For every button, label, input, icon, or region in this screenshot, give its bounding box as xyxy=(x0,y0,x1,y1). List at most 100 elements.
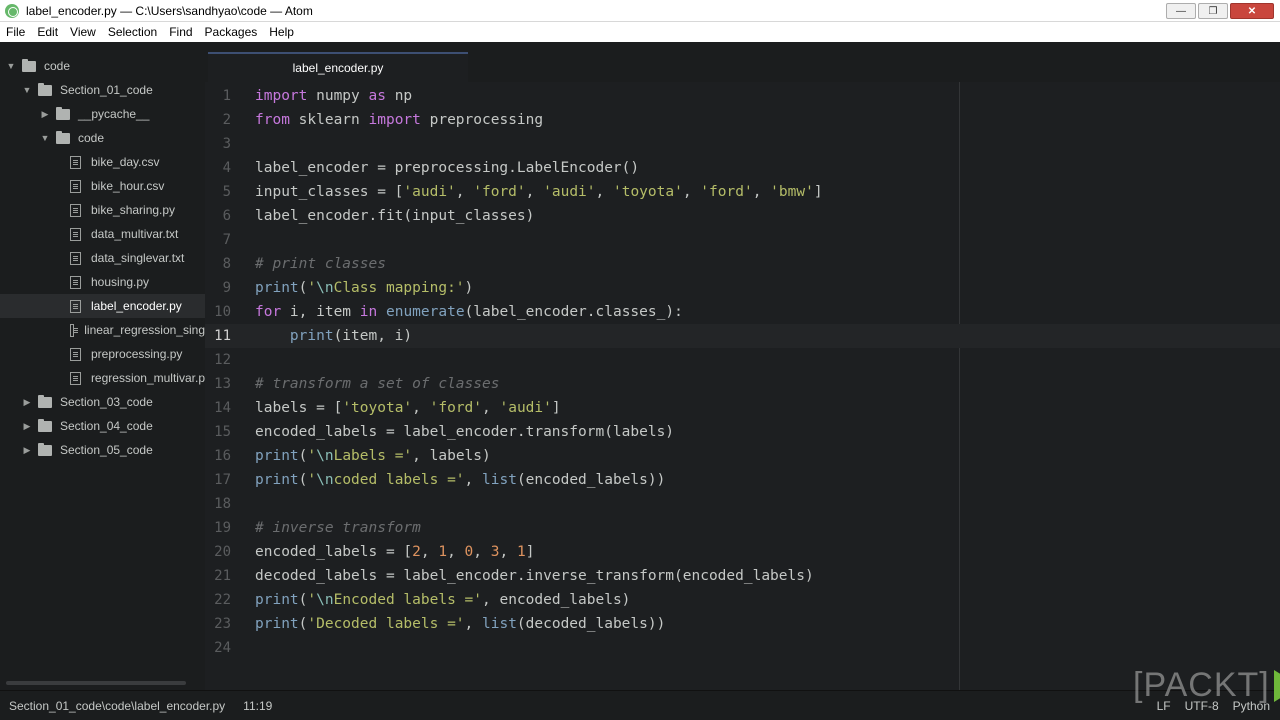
tree-item-label: data_singlevar.txt xyxy=(91,251,185,265)
file-text-icon xyxy=(70,371,81,385)
code-line[interactable]: 4 label_encoder = preprocessing.LabelEnco… xyxy=(205,156,1280,180)
code-text: encoded_labels = [2, 1, 0, 3, 1] xyxy=(255,544,535,560)
horizontal-scrollbar[interactable] xyxy=(6,681,186,685)
chevron-down-icon[interactable]: ▼ xyxy=(40,133,50,143)
menu-find[interactable]: Find xyxy=(163,25,198,39)
tree-file[interactable]: bike_hour.csv xyxy=(0,174,205,198)
tree-folder[interactable]: ▶ __pycache__ xyxy=(0,102,205,126)
minimize-button[interactable]: — xyxy=(1166,3,1196,19)
line-number: 12 xyxy=(214,352,231,368)
menu-help[interactable]: Help xyxy=(263,25,300,39)
code-line[interactable]: 9 print('\nClass mapping:') xyxy=(205,276,1280,300)
chevron-down-icon[interactable]: ▼ xyxy=(6,61,16,71)
tree-item-label: bike_sharing.py xyxy=(91,203,176,217)
tree-file[interactable]: regression_multivar.p xyxy=(0,366,205,390)
tree-file[interactable]: data_multivar.txt xyxy=(0,222,205,246)
line-number: 16 xyxy=(214,448,231,464)
tree-folder[interactable]: ▼ code xyxy=(0,126,205,150)
tab-label-encoder[interactable]: label_encoder.py xyxy=(208,52,468,82)
menu-edit[interactable]: Edit xyxy=(31,25,64,39)
chevron-right-icon[interactable]: ▶ xyxy=(22,397,32,408)
folder-icon xyxy=(22,58,36,72)
file-text-icon xyxy=(70,155,81,169)
code-editor[interactable]: 1 import numpy as np 2 from sklearn import … xyxy=(205,82,1280,690)
tree-item-label: preprocessing.py xyxy=(91,347,183,361)
line-number: 17 xyxy=(214,472,231,488)
tree-item-label: code xyxy=(44,59,71,73)
close-button[interactable]: ✕ xyxy=(1230,3,1274,19)
code-line[interactable]: 24 xyxy=(205,636,1280,660)
code-line[interactable]: 20 encoded_labels = [2, 1, 0, 3, 1] xyxy=(205,540,1280,564)
code-line[interactable]: 1 import numpy as np xyxy=(205,84,1280,108)
tree-file[interactable]: data_singlevar.txt xyxy=(0,246,205,270)
atom-app-icon xyxy=(5,3,19,18)
line-number: 15 xyxy=(214,424,231,440)
tree-file[interactable]: housing.py xyxy=(0,270,205,294)
tree-folder[interactable]: ▶ Section_03_code xyxy=(0,390,205,414)
menu-selection[interactable]: Selection xyxy=(102,25,163,39)
tree-folder[interactable]: ▶ Section_05_code xyxy=(0,438,205,462)
file-text-icon xyxy=(70,299,81,313)
line-number: 11 xyxy=(214,328,231,344)
tree-folder[interactable]: ▶ Section_04_code xyxy=(0,414,205,438)
code-line[interactable]: 16 print('\nLabels =', labels) xyxy=(205,444,1280,468)
tree-item-label: bike_hour.csv xyxy=(91,179,165,193)
tree-item-label: code xyxy=(78,131,105,145)
file-text-icon xyxy=(70,251,81,265)
tree-item-label: Section_05_code xyxy=(60,443,153,457)
code-text: # inverse transform xyxy=(255,520,421,536)
chevron-down-icon[interactable]: ▼ xyxy=(22,85,32,95)
status-file-path[interactable]: Section_01_code\code\label_encoder.py xyxy=(9,699,225,713)
code-text: # print classes xyxy=(255,256,386,272)
line-number: 6 xyxy=(222,208,231,224)
code-line[interactable]: 3 xyxy=(205,132,1280,156)
chevron-right-icon[interactable]: ▶ xyxy=(40,109,50,120)
code-line[interactable]: 21 decoded_labels = label_encoder.inverse… xyxy=(205,564,1280,588)
line-number: 21 xyxy=(214,568,231,584)
tree-file[interactable]: linear_regression_sing xyxy=(0,318,205,342)
code-line[interactable]: 13 # transform a set of classes xyxy=(205,372,1280,396)
code-text: import numpy as np xyxy=(255,88,413,104)
line-number: 1 xyxy=(222,88,231,104)
code-text: input_classes = ['audi', 'ford', 'audi',… xyxy=(255,184,823,200)
code-text: print('Decoded labels =', list(decoded_l… xyxy=(255,616,666,632)
tree-item-label: regression_multivar.p xyxy=(90,371,205,385)
line-number: 9 xyxy=(222,280,231,296)
code-line[interactable]: 23 print('Decoded labels =', list(decoded… xyxy=(205,612,1280,636)
code-line[interactable]: 10 for i, item in enumerate(label_encoder… xyxy=(205,300,1280,324)
status-cursor-position[interactable]: 11:19 xyxy=(243,699,272,713)
line-number: 4 xyxy=(222,160,231,176)
tree-file[interactable]: bike_day.csv xyxy=(0,150,205,174)
menu-file[interactable]: File xyxy=(0,25,31,39)
line-number: 18 xyxy=(214,496,231,512)
tree-file[interactable]: bike_sharing.py xyxy=(0,198,205,222)
code-line[interactable]: 17 print('\ncoded labels =', list(encoded… xyxy=(205,468,1280,492)
code-line[interactable]: 22 print('\nEncoded labels =', encoded_la… xyxy=(205,588,1280,612)
code-line[interactable]: 18 xyxy=(205,492,1280,516)
code-line[interactable]: 19 # inverse transform xyxy=(205,516,1280,540)
tree-file[interactable]: label_encoder.py xyxy=(0,294,205,318)
code-line[interactable]: 11 print(item, i) xyxy=(205,324,1280,348)
code-line[interactable]: 7 xyxy=(205,228,1280,252)
menu-packages[interactable]: Packages xyxy=(199,25,264,39)
code-line[interactable]: 14 labels = ['toyota', 'ford', 'audi'] xyxy=(205,396,1280,420)
restore-button[interactable]: ❐ xyxy=(1198,3,1228,19)
tree-folder[interactable]: ▼ Section_01_code xyxy=(0,78,205,102)
line-number: 22 xyxy=(214,592,231,608)
chevron-right-icon[interactable]: ▶ xyxy=(22,421,32,432)
code-line[interactable]: 6 label_encoder.fit(input_classes) xyxy=(205,204,1280,228)
line-number: 20 xyxy=(214,544,231,560)
code-line[interactable]: 12 xyxy=(205,348,1280,372)
code-line[interactable]: 8 # print classes xyxy=(205,252,1280,276)
tree-folder[interactable]: ▼ code xyxy=(0,54,205,78)
tree-file[interactable]: preprocessing.py xyxy=(0,342,205,366)
code-text: print('\nLabels =', labels) xyxy=(255,448,491,464)
code-text: label_encoder.fit(input_classes) xyxy=(255,208,535,224)
chevron-right-icon[interactable]: ▶ xyxy=(22,445,32,456)
code-line[interactable]: 5 input_classes = ['audi', 'ford', 'audi'… xyxy=(205,180,1280,204)
menu-view[interactable]: View xyxy=(64,25,102,39)
code-text: label_encoder = preprocessing.LabelEncod… xyxy=(255,160,640,176)
code-line[interactable]: 15 encoded_labels = label_encoder.transfo… xyxy=(205,420,1280,444)
code-line[interactable]: 2 from sklearn import preprocessing xyxy=(205,108,1280,132)
tree-item-label: linear_regression_sing xyxy=(84,323,205,337)
